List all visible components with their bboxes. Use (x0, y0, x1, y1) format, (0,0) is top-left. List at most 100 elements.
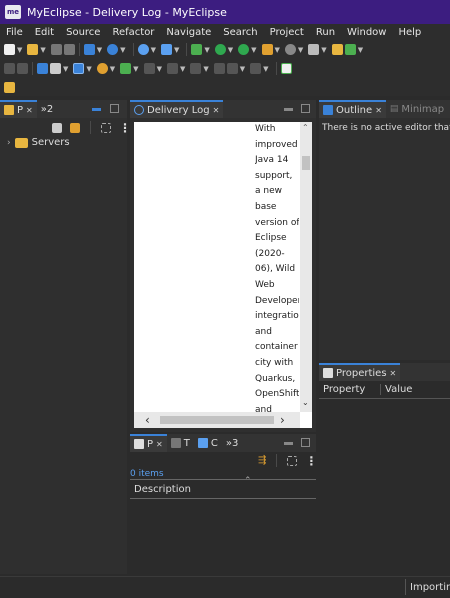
deploy-icon[interactable] (308, 44, 320, 55)
chevron-down-icon[interactable]: ▼ (298, 46, 303, 54)
toggle-mark-occurrences-icon[interactable] (73, 63, 85, 74)
vertical-scrollbar[interactable]: ⌃ ⌄ (300, 122, 312, 412)
menu-navigate[interactable]: Navigate (160, 27, 217, 38)
menu-edit[interactable]: Edit (29, 27, 60, 38)
scroll-left-icon[interactable]: ‹ (145, 413, 150, 427)
minimize-icon[interactable] (284, 108, 293, 111)
maximize-icon[interactable] (301, 104, 310, 113)
perspective-icon[interactable] (83, 44, 95, 55)
plugin-icon[interactable] (120, 63, 132, 74)
chevron-down-icon[interactable]: ▼ (275, 46, 280, 54)
redo-icon[interactable] (17, 63, 28, 74)
chevron-down-icon[interactable]: ▼ (110, 65, 115, 73)
chevron-down-icon[interactable]: ▼ (228, 46, 233, 54)
close-icon[interactable]: ✕ (213, 106, 220, 115)
globe-icon[interactable] (137, 44, 149, 55)
tab-overflow[interactable]: »3 (222, 434, 242, 452)
focus-icon[interactable] (101, 122, 111, 133)
new-project-icon[interactable] (27, 44, 39, 55)
save-all-icon[interactable] (63, 44, 75, 55)
tab-project-explorer[interactable]: P ✕ (0, 100, 37, 118)
menu-run[interactable]: Run (310, 27, 341, 38)
run-as-icon[interactable] (238, 44, 250, 55)
new-server-icon[interactable] (331, 44, 343, 55)
tab-minimap[interactable]: ▤ Minimap (386, 100, 448, 118)
column-header-value[interactable]: Value (381, 384, 412, 395)
external-tools-icon[interactable] (261, 44, 273, 55)
palette-icon[interactable] (96, 63, 108, 74)
chevron-down-icon[interactable]: ▼ (204, 46, 209, 54)
minimize-icon[interactable] (92, 108, 101, 111)
chevron-down-icon[interactable]: ▼ (17, 46, 22, 54)
link-with-editor-icon[interactable] (70, 122, 80, 133)
chevron-down-icon[interactable]: ▼ (174, 46, 179, 54)
tree-item[interactable]: › Servers (7, 137, 70, 148)
chevron-down-icon[interactable]: ▼ (263, 65, 268, 73)
tab-outline[interactable]: Outline ✕ (319, 100, 386, 118)
tab-tasks[interactable]: T (167, 434, 194, 452)
coverage-icon[interactable] (284, 44, 296, 55)
chevron-down-icon[interactable]: ▼ (251, 46, 256, 54)
chevron-down-icon[interactable]: ▼ (97, 46, 102, 54)
next-annotation-icon[interactable] (166, 63, 178, 74)
log-content[interactable]: With improved Java 14 support, a new bas… (134, 122, 312, 428)
scrollbar-thumb[interactable] (160, 416, 274, 424)
close-icon[interactable]: ✕ (26, 106, 33, 115)
open-perspective-icon[interactable] (280, 63, 292, 74)
back-icon[interactable] (226, 63, 238, 74)
upload-icon[interactable] (37, 63, 48, 74)
scrollbar-thumb[interactable] (302, 156, 310, 170)
link-icon[interactable] (50, 63, 61, 74)
tab-problems[interactable]: P ✕ (130, 434, 167, 452)
close-icon[interactable]: ✕ (156, 440, 163, 449)
undo-icon[interactable] (4, 63, 15, 74)
column-header-property[interactable]: Property (319, 384, 381, 395)
chevron-right-icon[interactable]: › (7, 138, 11, 148)
menu-refactor[interactable]: Refactor (106, 27, 160, 38)
last-edit-icon[interactable] (213, 63, 225, 74)
scroll-up-icon[interactable]: ⌃ (302, 123, 309, 132)
focus-icon[interactable] (287, 455, 298, 466)
tab-overflow[interactable]: »2 (37, 100, 57, 118)
forward-icon[interactable] (250, 63, 262, 74)
collapse-all-icon[interactable] (52, 122, 62, 133)
chevron-down-icon[interactable]: ▼ (63, 65, 68, 73)
chevron-down-icon[interactable]: ▼ (151, 46, 156, 54)
scroll-down-icon[interactable]: ⌄ (302, 398, 309, 407)
tab-console[interactable]: C (194, 434, 222, 452)
debug-icon[interactable] (191, 44, 203, 55)
view-menu-icon[interactable]: ⋮ (305, 455, 317, 467)
scroll-right-icon[interactable]: › (280, 413, 285, 427)
test-icon[interactable] (107, 44, 119, 55)
chevron-down-icon[interactable]: ▼ (321, 46, 326, 54)
annotation-icon[interactable] (143, 63, 155, 74)
minimize-icon[interactable] (284, 442, 293, 445)
new-file-icon[interactable] (4, 44, 15, 55)
menu-source[interactable]: Source (60, 27, 106, 38)
chevron-down-icon[interactable]: ▼ (180, 65, 185, 73)
menu-file[interactable]: File (0, 27, 29, 38)
horizontal-scrollbar[interactable]: ‹ › (134, 412, 300, 428)
chevron-down-icon[interactable]: ▼ (240, 65, 245, 73)
tab-delivery-log[interactable]: Delivery Log ✕ (130, 100, 224, 118)
camera-icon[interactable] (160, 44, 172, 55)
menu-search[interactable]: Search (217, 27, 263, 38)
java-perspective-icon[interactable] (4, 81, 15, 93)
chevron-down-icon[interactable]: ▼ (40, 46, 45, 54)
save-icon[interactable] (50, 44, 62, 55)
chevron-down-icon[interactable]: ▼ (203, 65, 208, 73)
menu-help[interactable]: Help (392, 27, 427, 38)
close-icon[interactable]: ✕ (375, 106, 382, 115)
close-icon[interactable]: ✕ (390, 369, 397, 378)
filter-icon[interactable]: ⇶ (258, 455, 266, 466)
spring-icon[interactable] (344, 44, 356, 55)
maximize-icon[interactable] (110, 104, 119, 113)
menu-project[interactable]: Project (264, 27, 310, 38)
column-header-description[interactable]: Description (130, 484, 191, 495)
tab-properties[interactable]: Properties ✕ (319, 363, 401, 381)
chevron-down-icon[interactable]: ▼ (120, 46, 125, 54)
chevron-down-icon[interactable]: ▼ (133, 65, 138, 73)
menu-window[interactable]: Window (341, 27, 392, 38)
chevron-down-icon[interactable]: ▼ (358, 46, 363, 54)
chevron-down-icon[interactable]: ▼ (86, 65, 91, 73)
